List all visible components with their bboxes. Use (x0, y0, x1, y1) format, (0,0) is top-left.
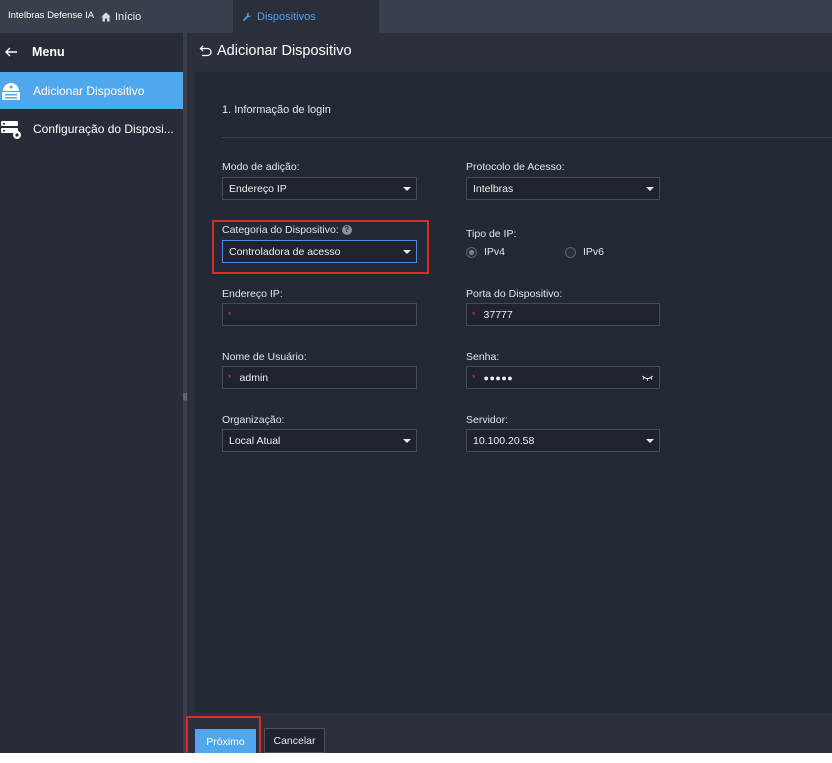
username-label: Nome de Usuário: (222, 351, 307, 363)
radio-ipv6-dot[interactable] (565, 246, 576, 258)
server-label: Servidor: (466, 414, 509, 426)
server-select[interactable]: 10.100.20.58 (466, 429, 660, 452)
password-value: ●●●●● (483, 372, 514, 383)
protocol-select[interactable]: Intelbras (466, 177, 660, 200)
radio-ipv4-label: IPv4 (484, 246, 506, 258)
device-config-icon (1, 120, 21, 139)
sidebar-item-label: Configuração do Disposi... (33, 121, 174, 136)
chevron-down-icon (646, 187, 654, 191)
menu-header[interactable]: Menu (0, 33, 183, 70)
password-label: Senha: (466, 351, 500, 363)
ip-address-label: Endereço IP: (222, 288, 283, 300)
add-mode-value: Endereço IP (229, 182, 287, 195)
cancel-button[interactable]: Cancelar (264, 728, 325, 753)
highlight-box-category (212, 220, 429, 274)
back-icon[interactable] (199, 44, 213, 58)
tab-devices[interactable]: Dispositivos (233, 0, 379, 33)
protocol-value: Intelbras (473, 182, 514, 195)
organization-value: Local Atual (229, 434, 281, 447)
password-input[interactable]: * ●●●●● (466, 366, 660, 389)
add-device-icon (2, 82, 20, 100)
bottom-edge (0, 753, 832, 763)
home-icon (101, 12, 111, 21)
section-divider (222, 137, 832, 138)
tab-home[interactable]: Início (97, 0, 145, 33)
port-value: 37777 (483, 308, 513, 321)
arrow-left-icon[interactable] (4, 45, 18, 59)
organization-label: Organização: (222, 414, 285, 426)
radio-ipv6[interactable]: IPv6 (565, 246, 604, 258)
highlight-box-next (186, 716, 261, 758)
port-label: Porta do Dispositivo: (466, 288, 563, 300)
app-brand: Intelbras Defense IA (8, 10, 95, 21)
add-mode-label: Modo de adição: (222, 161, 300, 173)
chevron-down-icon (403, 187, 411, 191)
radio-ipv4[interactable]: IPv4 (466, 246, 505, 258)
tab-home-label: Início (115, 10, 142, 23)
port-input[interactable]: * 37777 (466, 303, 660, 326)
sidebar-item-label: Adicionar Dispositivo (33, 83, 145, 98)
sidebar: Menu Adicionar Dispositivo Configuração … (0, 33, 183, 753)
ip-type-label: Tipo de IP: (466, 228, 517, 240)
required-mark: * (472, 372, 476, 383)
add-mode-select[interactable]: Endereço IP (222, 177, 417, 200)
username-value: admin (239, 371, 269, 384)
section-title: 1. Informação de login (222, 104, 331, 116)
radio-ipv6-label: IPv6 (583, 246, 605, 258)
chevron-down-icon (646, 439, 654, 443)
page-title: Adicionar Dispositivo (199, 43, 352, 59)
eye-closed-icon[interactable] (642, 373, 653, 383)
required-mark: * (228, 372, 232, 383)
server-value: 10.100.20.58 (473, 434, 535, 447)
sidebar-item-device-config[interactable]: Configuração do Disposi... (0, 110, 183, 147)
username-input[interactable]: * admin (222, 366, 417, 389)
tab-devices-label: Dispositivos (257, 10, 316, 23)
required-mark: * (228, 309, 232, 320)
protocol-label: Protocolo de Acesso: (466, 161, 565, 173)
organization-select[interactable]: Local Atual (222, 429, 417, 452)
ip-address-input[interactable]: * (222, 303, 417, 326)
top-bar: Intelbras Defense IA Início Dispositivos (0, 0, 832, 33)
page-title-text: Adicionar Dispositivo (217, 43, 352, 59)
chevron-down-icon (403, 439, 411, 443)
menu-label: Menu (32, 44, 65, 59)
required-mark: * (472, 309, 476, 320)
sidebar-item-add-device[interactable]: Adicionar Dispositivo (0, 72, 183, 109)
radio-ipv4-dot[interactable] (466, 246, 477, 258)
wrench-icon (242, 12, 252, 21)
